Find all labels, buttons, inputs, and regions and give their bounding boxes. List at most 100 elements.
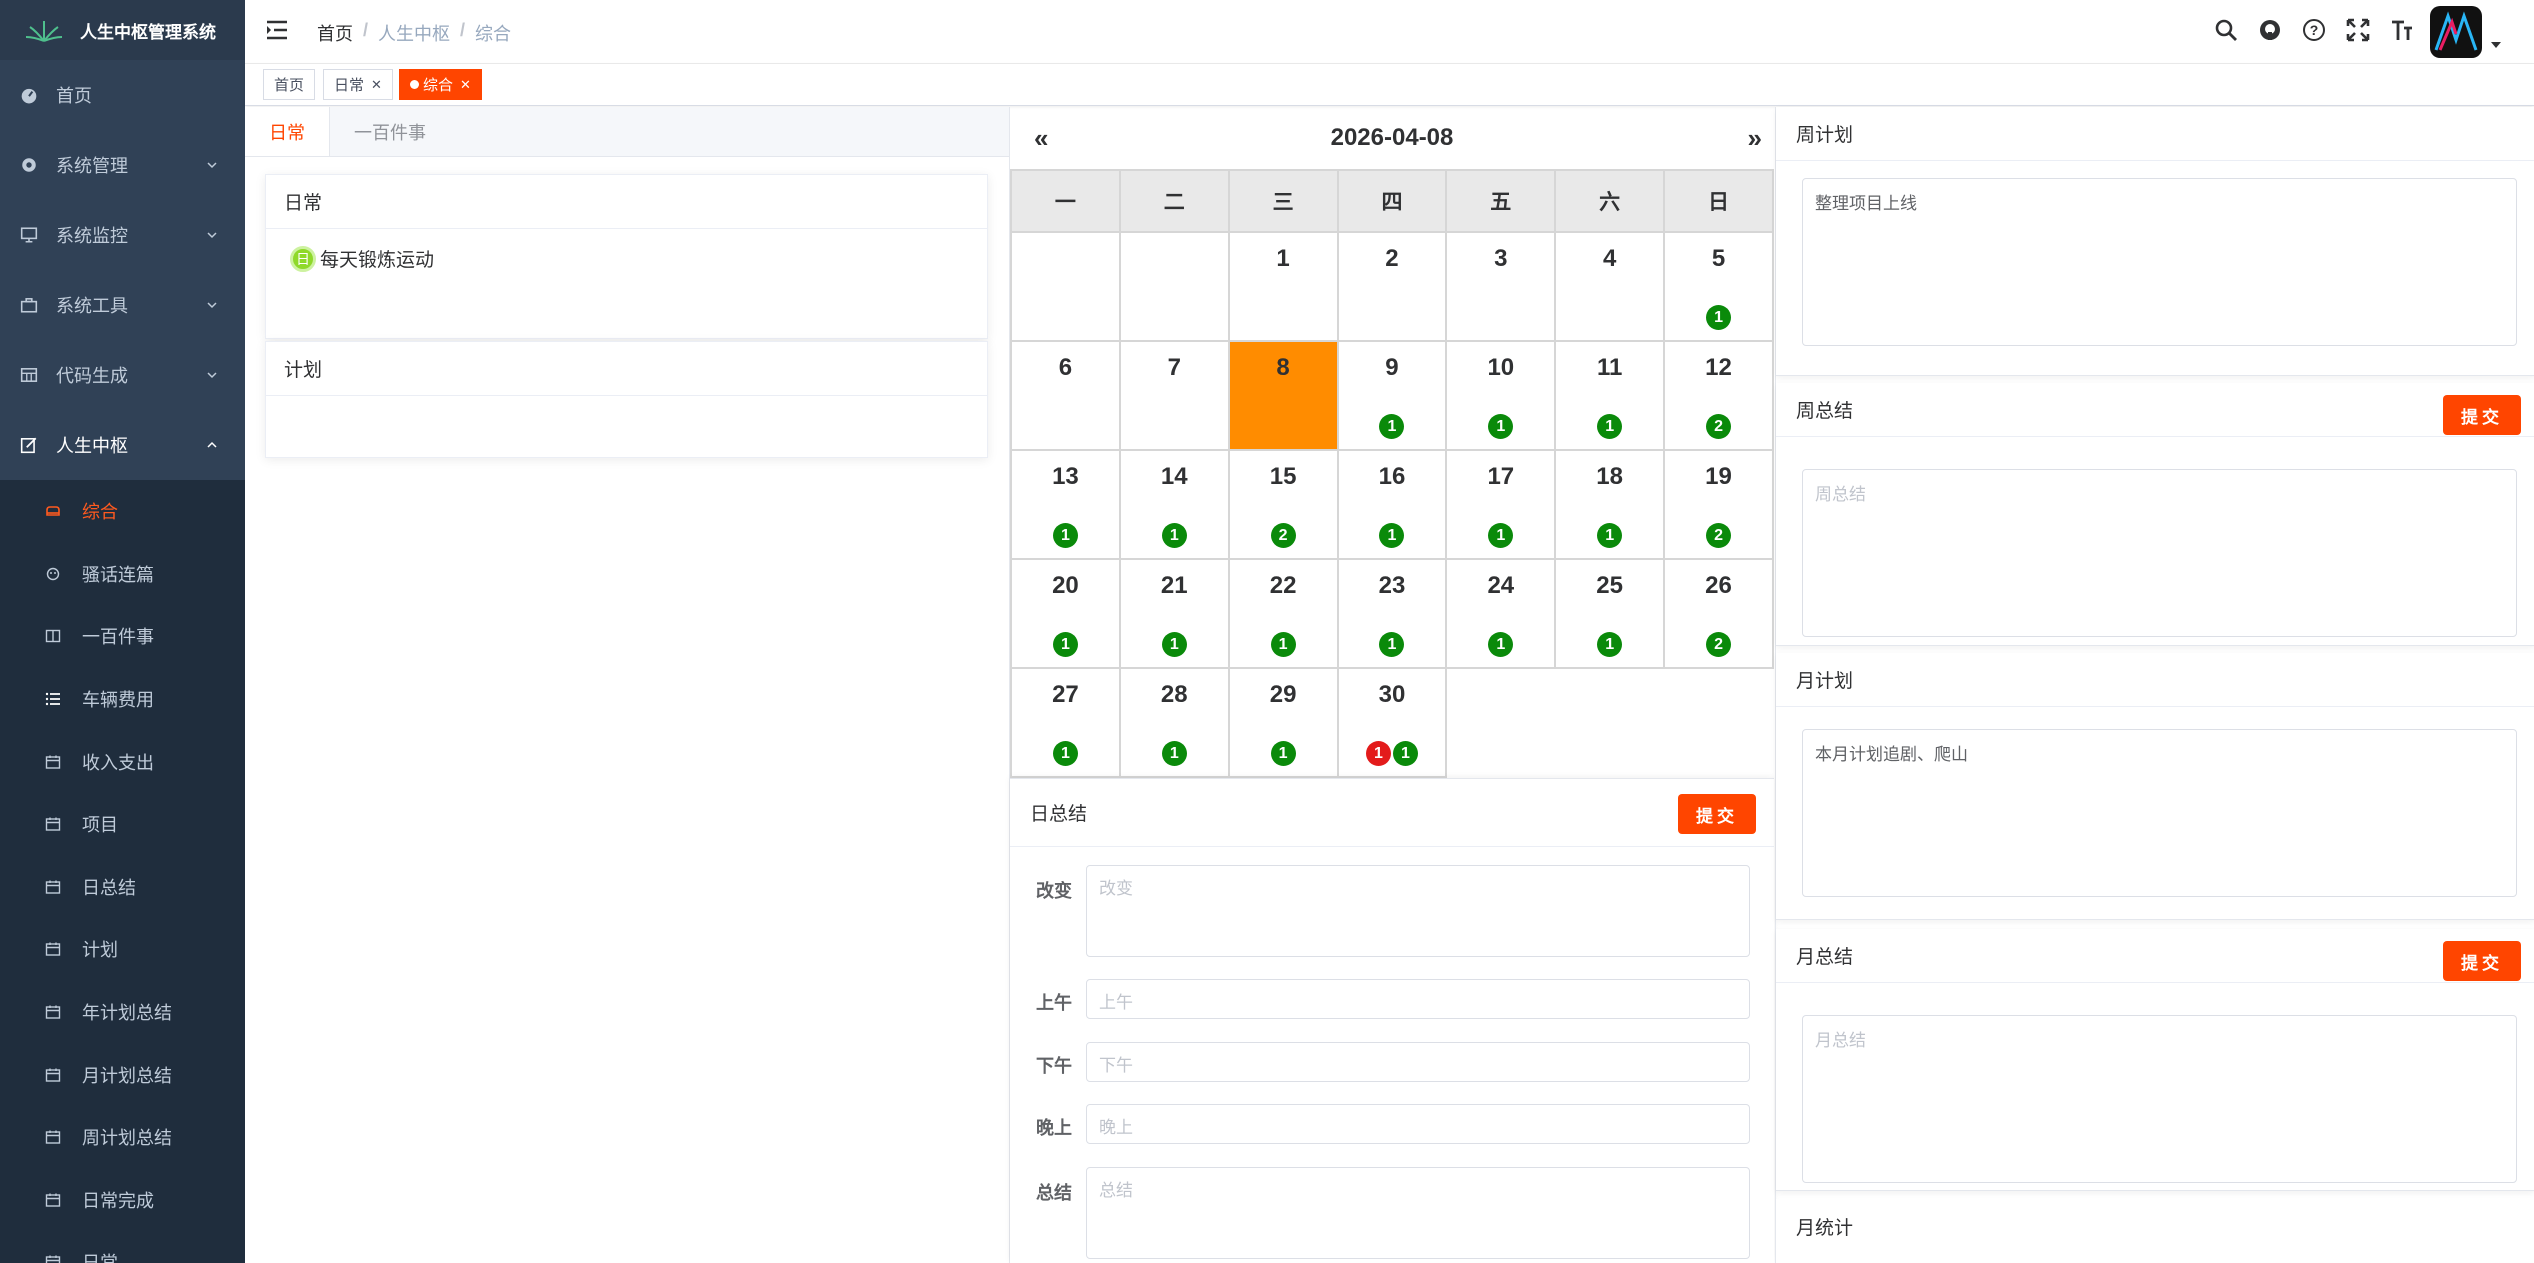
sofa-icon (44, 502, 62, 520)
close-icon[interactable]: ✕ (460, 77, 471, 93)
daily-summary-submit-button[interactable]: 提交 (1678, 794, 1756, 834)
calendar-day-cell[interactable]: 13 1 (1010, 449, 1121, 560)
sidebar-subitem-vehicle-cost[interactable]: 车辆费用 (0, 668, 245, 731)
evening-input[interactable]: 晚上 (1086, 1104, 1750, 1144)
book-icon (44, 627, 62, 645)
sidebar-item-label: 人生中枢 (56, 436, 128, 456)
calendar-day-cell[interactable]: 29 1 (1227, 667, 1339, 778)
close-icon[interactable]: ✕ (371, 77, 382, 93)
calendar-day-cell[interactable]: 30 1 1 (1336, 667, 1448, 778)
month-summary-panel: 月总结 提交 月总结 (1776, 929, 2534, 1191)
calendar-day-cell[interactable]: 19 2 (1663, 449, 1774, 560)
tab-daily[interactable]: 日常 (245, 107, 330, 156)
sidebar-subitem-hundred-things[interactable]: 一百件事 (0, 605, 245, 668)
sidebar-item-life-hub[interactable]: 人生中枢 (0, 410, 245, 480)
calendar-day-cell[interactable]: 17 1 (1445, 449, 1557, 560)
table-icon (20, 366, 38, 384)
sidebar-item-home[interactable]: 首页 (0, 60, 245, 130)
weekday-header: 六 (1554, 169, 1666, 233)
sidebar-item-monitor[interactable]: 系统监控 (0, 200, 245, 270)
green-count-badge: 2 (1706, 632, 1732, 657)
tab-hundred-things[interactable]: 一百件事 (330, 107, 450, 156)
green-count-badge: 1 (1597, 632, 1623, 657)
habit-item[interactable]: 日 每天锻炼运动 (290, 245, 963, 272)
calendar-day-cell[interactable]: 14 1 (1118, 449, 1230, 560)
calendar-day-cell[interactable]: 12 2 (1663, 340, 1774, 451)
app-logo[interactable]: 人生中枢管理系统 (0, 0, 245, 60)
week-summary-textarea[interactable]: 周总结 (1802, 469, 2517, 637)
calendar-day-cell[interactable]: 6 (1010, 340, 1121, 451)
calendar-day-cell[interactable]: 28 1 (1118, 667, 1230, 778)
breadcrumb-home[interactable]: 首页 (317, 20, 353, 46)
calendar-icon (44, 940, 62, 958)
sidebar-item-tools[interactable]: 系统工具 (0, 270, 245, 340)
calendar-icon (44, 753, 62, 771)
calendar-day-cell[interactable]: 10 1 (1445, 340, 1557, 451)
tag-daily[interactable]: 日常 ✕ (323, 69, 393, 100)
hamburger-icon[interactable] (265, 19, 289, 41)
sidebar-subitem-week-plan[interactable]: 周计划总结 (0, 1106, 245, 1169)
tag-home[interactable]: 首页 (263, 69, 316, 100)
calendar-day-cell[interactable]: 15 2 (1227, 449, 1339, 560)
sidebar-item-system[interactable]: 系统管理 (0, 130, 245, 200)
day-number: 14 (1160, 463, 1188, 490)
week-plan-textarea[interactable]: 整理项目上线 (1802, 178, 2517, 346)
sidebar-item-codegen[interactable]: 代码生成 (0, 340, 245, 410)
calendar-day-cell[interactable]: 7 (1118, 340, 1230, 451)
calendar-day-cell[interactable]: 16 1 (1336, 449, 1448, 560)
sidebar-subitem-label: 车辆费用 (82, 690, 154, 711)
calendar-day-cell[interactable]: 4 (1554, 231, 1666, 342)
calendar-day-cell[interactable]: 22 1 (1227, 558, 1339, 669)
sidebar-subitem-daily-summary[interactable]: 日总结 (0, 856, 245, 919)
caret-down-icon[interactable] (2490, 40, 2502, 50)
search-icon[interactable] (2214, 18, 2238, 42)
calendar-day-cell[interactable]: 23 1 (1336, 558, 1448, 669)
sidebar-subitem-month-plan[interactable]: 月计划总结 (0, 1043, 245, 1106)
tag-overview[interactable]: 综合 ✕ (399, 69, 482, 100)
calendar-day-cell[interactable]: 8 (1227, 340, 1339, 451)
day-number: 12 (1705, 354, 1732, 381)
calendar-day-cell[interactable]: 51 (1663, 231, 1774, 342)
avatar[interactable] (2430, 6, 2482, 58)
calendar-day-cell[interactable]: 21 1 (1118, 558, 1230, 669)
fullscreen-icon[interactable] (2346, 18, 2370, 42)
field-label-afternoon: 下午 (1036, 1056, 1072, 1076)
calendar-next-button[interactable]: » (1748, 123, 1762, 154)
calendar-day-cell[interactable]: 1 (1227, 231, 1339, 342)
chevron-down-icon (207, 232, 217, 239)
sidebar-subitem-overview[interactable]: 综合 (0, 480, 245, 543)
sidebar: 人生中枢管理系统 首页 系统管理 系统监控 系统工具 代码生成 人生中枢 综合 … (0, 0, 245, 1263)
calendar-prev-button[interactable]: « (1034, 123, 1048, 154)
month-summary-textarea[interactable]: 月总结 (1802, 1015, 2517, 1183)
sidebar-subitem-year-plan[interactable]: 年计划总结 (0, 981, 245, 1044)
sidebar-subitem-label: 综合 (82, 502, 118, 523)
sidebar-subitem-plan[interactable]: 计划 (0, 918, 245, 981)
calendar-icon (44, 1191, 62, 1209)
font-size-icon[interactable] (2390, 18, 2414, 42)
calendar-day-cell[interactable]: 20 1 (1010, 558, 1121, 669)
sidebar-subitem-income[interactable]: 收入支出 (0, 730, 245, 793)
change-textarea[interactable]: 改变 (1086, 865, 1750, 957)
summary-textarea[interactable]: 总结 (1086, 1167, 1750, 1259)
sidebar-subitem-daily-done[interactable]: 日常完成 (0, 1169, 245, 1232)
sidebar-subitem-daily[interactable]: 日常 (0, 1231, 245, 1263)
calendar-day-cell[interactable]: 26 2 (1663, 558, 1774, 669)
help-icon[interactable]: ? (2302, 18, 2326, 42)
afternoon-input[interactable]: 下午 (1086, 1042, 1750, 1082)
calendar-day-cell[interactable]: 27 1 (1010, 667, 1121, 778)
calendar-day-cell[interactable]: 18 1 (1554, 449, 1666, 560)
calendar-day-cell[interactable]: 91 (1336, 340, 1448, 451)
week-summary-submit-button[interactable]: 提交 (2443, 395, 2521, 435)
sidebar-subitem-chatter[interactable]: 骚话连篇 (0, 543, 245, 606)
month-summary-submit-button[interactable]: 提交 (2443, 941, 2521, 981)
calendar-day-cell[interactable]: 24 1 (1445, 558, 1557, 669)
calendar-day-cell[interactable]: 25 1 (1554, 558, 1666, 669)
sidebar-subitem-project[interactable]: 项目 (0, 793, 245, 856)
calendar-day-cell[interactable]: 2 (1336, 231, 1448, 342)
github-icon[interactable] (2258, 18, 2282, 42)
month-plan-textarea[interactable]: 本月计划追剧、爬山 (1802, 729, 2517, 897)
day-number: 29 (1269, 681, 1297, 708)
morning-input[interactable]: 上午 (1086, 979, 1750, 1019)
calendar-day-cell[interactable]: 3 (1445, 231, 1557, 342)
calendar-day-cell[interactable]: 11 1 (1554, 340, 1666, 451)
